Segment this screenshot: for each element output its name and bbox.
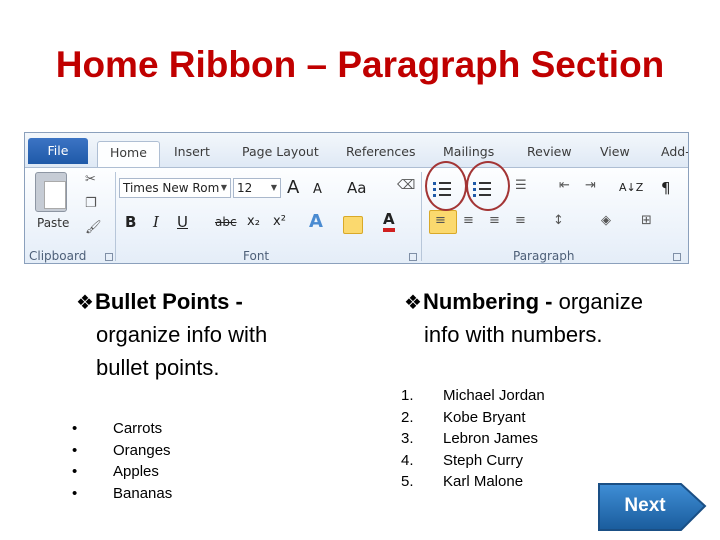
bullet-dot-icon: •: [72, 441, 78, 459]
ribbon-tab-bar: File Home Insert Page Layout References …: [25, 133, 688, 168]
list-item: 3. Lebron James: [401, 430, 539, 447]
cut-icon[interactable]: ✂: [85, 172, 96, 187]
underline-icon[interactable]: U: [177, 212, 188, 232]
font-size-combo[interactable]: 12 ▼: [233, 178, 281, 198]
tab-review[interactable]: Review: [523, 141, 576, 167]
group-separator: [421, 172, 422, 261]
bullet-points-heading: ❖Bullet Points -: [76, 285, 336, 320]
italic-icon[interactable]: I: [153, 212, 159, 232]
group-separator: [115, 172, 116, 261]
paste-label[interactable]: Paste: [37, 216, 69, 230]
font-size-value: 12: [237, 181, 253, 195]
numbering-heading: ❖Numbering - organize: [404, 285, 704, 320]
numbered-list: 1. Michael Jordan 2. Kobe Bryant 3. Lebron …: [401, 385, 601, 493]
superscript-icon[interactable]: x²: [273, 212, 286, 232]
shading-icon[interactable]: ◈: [601, 213, 611, 228]
sort-icon[interactable]: A↓Z: [619, 178, 643, 198]
clipboard-launcher-icon[interactable]: [105, 253, 113, 261]
list-item: • Carrots: [72, 418, 252, 440]
tab-references[interactable]: References: [342, 141, 419, 167]
tab-file[interactable]: File: [28, 138, 88, 164]
chevron-down-icon: ▼: [270, 183, 277, 192]
group-label-font: Font: [243, 249, 270, 263]
highlight-circle-numbering: [466, 161, 510, 211]
chevron-down-icon: ▼: [220, 183, 227, 192]
next-button-label: Next: [624, 495, 666, 516]
text-effects-icon[interactable]: A: [309, 212, 323, 232]
font-name-value: Times New Rom: [123, 181, 220, 195]
highlight-circle-bullets: [425, 161, 467, 211]
diamond-bullet-icon: ❖: [404, 292, 422, 314]
ribbon-screenshot: File Home Insert Page Layout References …: [24, 132, 689, 264]
list-item: • Apples: [72, 461, 252, 483]
diamond-bullet-icon: ❖: [76, 292, 94, 314]
list-item: 4. Steph Curry: [401, 451, 524, 469]
ribbon-body: Paste ✂ ❐ 🖌 Clipboard Times New Rom ▼ 12…: [25, 167, 688, 263]
strikethrough-icon[interactable]: abc: [215, 212, 237, 232]
line-spacing-icon[interactable]: ↕: [553, 213, 564, 228]
align-left-icon: ≡: [435, 213, 446, 228]
copy-icon[interactable]: ❐: [85, 196, 97, 211]
tab-page-layout[interactable]: Page Layout: [238, 141, 323, 167]
tab-add-ins[interactable]: Add-: [657, 141, 688, 167]
numbering-heading-bold: Numbering -: [422, 289, 559, 314]
bullet-points-heading-bold: Bullet Points -: [94, 289, 243, 314]
decrease-indent-icon[interactable]: ⇤: [559, 178, 570, 193]
font-name-combo[interactable]: Times New Rom ▼: [119, 178, 231, 198]
bullet-dot-icon: •: [72, 420, 78, 437]
justify-icon[interactable]: ≡: [515, 213, 526, 228]
bullet-points-heading-line2: organize info with: [96, 322, 268, 347]
tab-view[interactable]: View: [596, 141, 634, 167]
numbering-heading-rest: organize: [558, 289, 643, 314]
increase-indent-icon[interactable]: ⇥: [585, 178, 596, 193]
grow-font-icon[interactable]: A: [287, 178, 299, 198]
list-item: • Oranges: [72, 440, 252, 462]
borders-icon[interactable]: ⊞: [641, 213, 652, 228]
paragraph-launcher-icon[interactable]: [673, 253, 681, 261]
list-item: • Bananas: [72, 483, 252, 505]
format-painter-icon[interactable]: 🖌: [85, 220, 102, 235]
slide-title: Home Ribbon – Paragraph Section: [55, 44, 665, 85]
show-formatting-icon[interactable]: ¶: [661, 178, 671, 198]
numbering-heading-line2: info with numbers.: [424, 322, 603, 347]
highlight-color-icon[interactable]: [343, 216, 363, 234]
change-case-icon[interactable]: Aa: [347, 178, 366, 198]
tab-home[interactable]: Home: [97, 141, 160, 168]
align-right-icon[interactable]: ≡: [489, 213, 500, 228]
font-launcher-icon[interactable]: [409, 253, 417, 261]
shrink-font-icon[interactable]: A: [313, 180, 322, 200]
multilevel-list-icon[interactable]: ☰: [515, 178, 527, 193]
next-button[interactable]: Next: [597, 480, 707, 532]
subscript-icon[interactable]: x₂: [247, 212, 260, 232]
bold-icon[interactable]: B: [125, 212, 136, 232]
bullet-dot-icon: •: [72, 463, 78, 480]
tab-insert[interactable]: Insert: [170, 141, 214, 167]
list-item: 5. Karl Malone: [401, 473, 524, 490]
list-item: 1. Michael Jordan: [401, 387, 545, 404]
font-color-icon[interactable]: A: [383, 210, 395, 232]
list-item: 2. Kobe Bryant: [401, 408, 526, 426]
align-center-icon[interactable]: ≡: [463, 213, 474, 228]
bullet-list: • Carrots • Oranges • Apples • Bananas: [72, 418, 252, 504]
bullet-dot-icon: •: [72, 484, 78, 502]
paste-icon[interactable]: [35, 172, 67, 212]
group-label-clipboard: Clipboard: [29, 249, 87, 263]
group-label-paragraph: Paragraph: [513, 249, 575, 263]
clear-formatting-icon[interactable]: ⌫: [397, 178, 415, 193]
bullet-points-heading-line3: bullet points.: [96, 355, 220, 380]
